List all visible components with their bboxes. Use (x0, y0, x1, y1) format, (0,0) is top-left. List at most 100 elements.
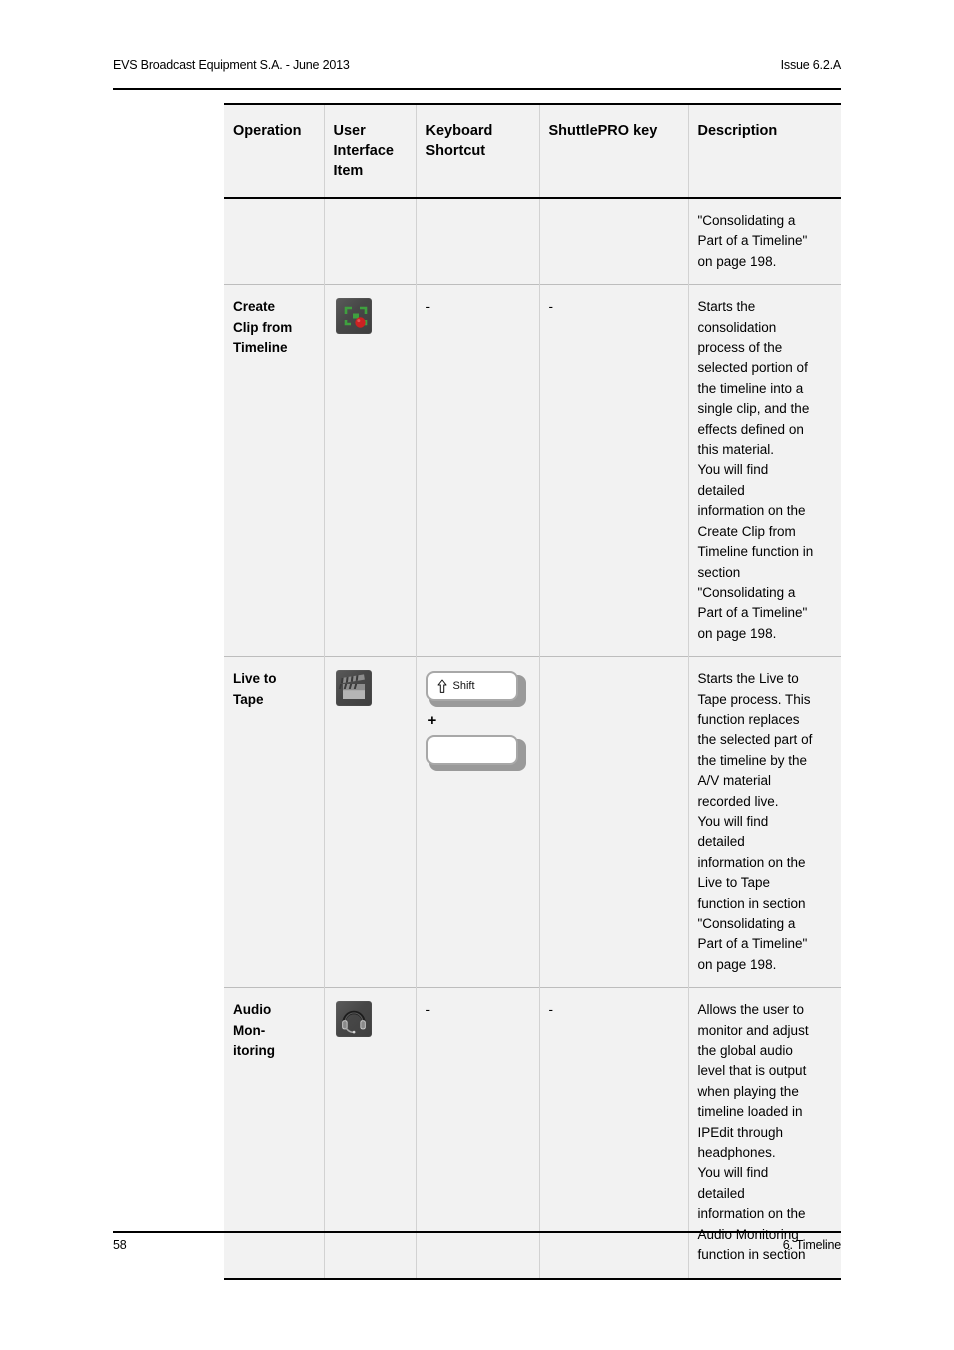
cell-operation: Create Clip from Timeline (224, 284, 325, 657)
cell-description: Starts the Live to Tape process. This fu… (688, 656, 841, 988)
description-line: timeline loaded in (697, 1104, 803, 1120)
description-line: You will find (697, 813, 769, 829)
description-line: function replaces (697, 711, 800, 727)
cell-description: Allows the user to monitor and adjust th… (688, 987, 841, 1279)
description-line: Tape process. This (697, 691, 811, 707)
audio-monitoring-headset-icon[interactable] (335, 1001, 372, 1038)
description-line: on page 198. (697, 253, 777, 269)
shift-key[interactable]: Shift (425, 671, 526, 708)
description-line: Timeline function in (697, 544, 814, 560)
footer-rule (113, 1231, 841, 1233)
description-line: the global audio (697, 1043, 793, 1059)
cell-ui-item (324, 284, 417, 657)
running-header: EVS Broadcast Equipment S.A. - June 2013… (113, 58, 841, 72)
document-page: EVS Broadcast Equipment S.A. - June 2013… (0, 0, 954, 1350)
description-line: information on the (697, 854, 806, 870)
description-line: this material. (697, 442, 775, 458)
description-line: "Consolidating a (697, 916, 796, 931)
column-header-ui-item: User Interface Item (324, 104, 417, 198)
description-line: monitor and adjust (697, 1022, 809, 1038)
description-line: consolidation (697, 319, 777, 335)
cell-keyboard-shortcut: Shift + (416, 656, 540, 988)
table-row: Audio Mon- itoring - - Allows the user t… (224, 987, 841, 1279)
create-clip-from-timeline-icon[interactable] (335, 298, 372, 335)
column-header-operation: Operation (224, 104, 325, 198)
description-line: You will find (697, 1165, 769, 1181)
operation-line: Mon- (233, 1022, 266, 1038)
description-line: on page 198. (697, 956, 777, 972)
table-row: "Consolidating a Part of a Timeline" on … (224, 198, 841, 285)
keyboard-shortcut-combo: Shift + (425, 669, 529, 772)
cell-ui-item (324, 656, 417, 988)
description-line: Part of a Timeline" (697, 233, 808, 249)
description-line: Starts the Live to (697, 671, 799, 687)
description-line: information on the (697, 1206, 806, 1222)
description-line: Create Clip from (697, 523, 796, 539)
table-header-row: Operation User Interface Item Keyboard S… (224, 104, 841, 198)
cell-ui-item (324, 198, 417, 285)
cell-shuttlepro-key: - (539, 987, 689, 1279)
operations-table: Operation User Interface Item Keyboard S… (224, 103, 841, 1280)
header-company-date: EVS Broadcast Equipment S.A. - June 2013 (113, 58, 350, 72)
cell-keyboard-shortcut: - (416, 987, 540, 1279)
footer-chapter: 6. Timeline (782, 1238, 841, 1252)
operation-line: Clip from (233, 319, 293, 335)
key-cap: Shift (425, 671, 518, 702)
description-line: effects defined on (697, 421, 804, 437)
table-row: Create Clip from Timeline - - Starts the… (224, 284, 841, 657)
table-row: Live to Tape Shift + Starts the Live to … (224, 656, 841, 988)
column-header-shuttlepro-key: ShuttlePRO key (539, 104, 689, 198)
operation-line: Live to (233, 671, 277, 687)
description-line: detailed (697, 1185, 745, 1201)
description-line: selected portion of (697, 360, 808, 376)
description-line: Allows the user to (697, 1002, 805, 1018)
footer-page-number: 58 (113, 1238, 127, 1252)
operation-line: Timeline (233, 340, 288, 356)
description-line: recorded live. (697, 793, 779, 809)
cell-operation: Live to Tape (224, 656, 325, 988)
cell-operation: Audio Mon- itoring (224, 987, 325, 1279)
description-line: section (697, 564, 741, 580)
description-line: information on the (697, 503, 806, 519)
cell-shuttlepro-key (539, 656, 689, 988)
description-line: the selected part of (697, 732, 813, 748)
description-line: You will find (697, 462, 769, 478)
description-line: "Consolidating a (697, 584, 796, 600)
description-line: the timeline by the (697, 752, 808, 768)
cell-description: "Consolidating a Part of a Timeline" on … (688, 198, 841, 285)
header-issue: Issue 6.2.A (780, 58, 842, 72)
live-to-tape-clapperboard-icon[interactable] (335, 670, 372, 707)
description-line: Part of a Timeline" (697, 936, 808, 952)
description-line: headphones. (697, 1145, 776, 1161)
operation-line: itoring (233, 1043, 275, 1059)
description-line: IPEdit through (697, 1124, 784, 1140)
cell-shuttlepro-key (539, 198, 689, 285)
operation-line: Create (233, 299, 276, 315)
running-footer: 58 6. Timeline (113, 1238, 841, 1252)
cell-operation (224, 198, 325, 285)
description-line: detailed (697, 834, 745, 850)
description-line: Part of a Timeline" (697, 605, 808, 621)
description-line: "Consolidating a (697, 213, 796, 228)
description-line: when playing the (697, 1083, 799, 1099)
column-header-description: Description (688, 104, 841, 198)
description-line: single clip, and the (697, 401, 810, 417)
cell-keyboard-shortcut: - (416, 284, 540, 657)
cell-ui-item (324, 987, 417, 1279)
header-rule (113, 88, 841, 90)
operation-line: Tape (233, 691, 264, 707)
shortcut-separator: + (427, 712, 437, 730)
cell-keyboard-shortcut (416, 198, 540, 285)
description-line: Live to Tape (697, 875, 771, 891)
operation-line: Audio (233, 1002, 272, 1018)
description-line: detailed (697, 482, 745, 498)
description-line: process of the (697, 340, 783, 356)
description-line: on page 198. (697, 625, 777, 641)
description-line: A/V material (697, 773, 772, 789)
shift-key-label: Shift (452, 679, 475, 692)
description-line: Starts the (697, 299, 756, 315)
key-cap (425, 735, 518, 766)
shift-arrow-icon (437, 679, 447, 694)
description-line: level that is output (697, 1063, 807, 1079)
second-key[interactable] (425, 735, 526, 772)
